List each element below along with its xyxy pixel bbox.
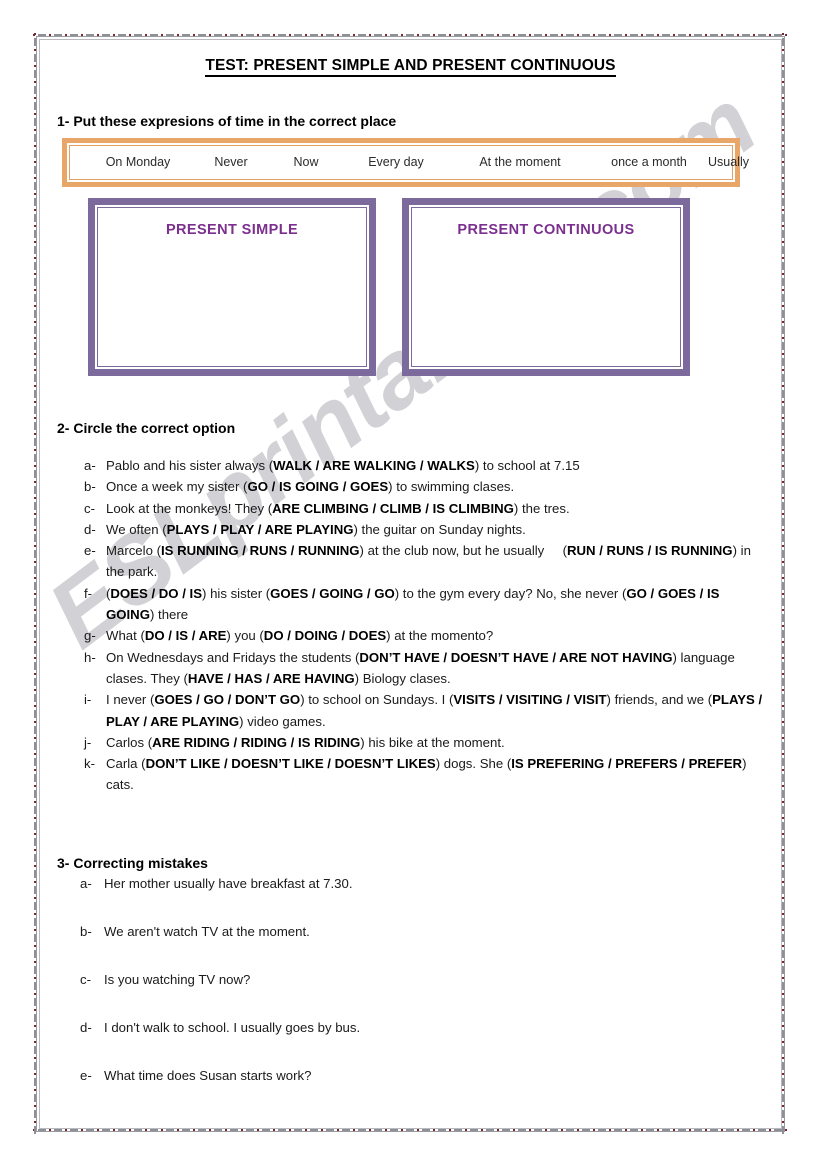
exercise-2-item-text[interactable]: On Wednesdays and Fridays the students (…	[106, 647, 764, 690]
exercise-2-item-label: k-	[84, 756, 95, 772]
exercise-2-item-label: a-	[84, 458, 96, 473]
exercise-3-item: e- What time does Susan starts work?	[80, 1068, 760, 1116]
exercise-2-item-text[interactable]: Carla (DON’T LIKE / DOESN’T LIKE / DOESN…	[106, 753, 764, 796]
worksheet-content: TEST: PRESENT SIMPLE AND PRESENT CONTINU…	[0, 0, 821, 1083]
time-expression-item[interactable]: At the moment	[450, 155, 590, 169]
exercise-3-item-text[interactable]: We aren't watch TV at the moment.	[104, 924, 760, 939]
exercise-2-item-label: j-	[84, 734, 92, 750]
exercise-3-item: b- We aren't watch TV at the moment.	[80, 924, 760, 972]
present-simple-answer-box[interactable]: PRESENT SIMPLE	[88, 198, 376, 376]
time-expression-item[interactable]: Now	[270, 155, 342, 169]
exercise-3-item-text[interactable]: I don't walk to school. I usually goes b…	[104, 1020, 760, 1035]
time-expression-item[interactable]: On Monday	[84, 155, 192, 169]
present-simple-box-inner: PRESENT SIMPLE	[97, 207, 367, 367]
exercise-2-item: h- On Wednesdays and Fridays the students…	[84, 647, 764, 690]
page-border-right	[781, 33, 788, 1135]
exercise-2-item-text[interactable]: Carlos (ARE RIDING / RIDING / IS RIDING)…	[106, 732, 764, 753]
exercise-2-item: d- We often (PLAYS / PLAY / ARE PLAYING) …	[84, 519, 764, 540]
exercise-2-item-label: h-	[84, 649, 96, 665]
exercise-3-heading: 3- Correcting mistakes	[57, 855, 208, 871]
present-continuous-answer-box[interactable]: PRESENT CONTINUOUS	[402, 198, 690, 376]
exercise-2-item-text[interactable]: Once a week my sister (GO / IS GOING / G…	[106, 476, 764, 497]
exercise-2-item: g- What (DO / IS / ARE) you (DO / DOING /…	[84, 625, 764, 646]
page-title: TEST: PRESENT SIMPLE AND PRESENT CONTINU…	[0, 57, 821, 77]
exercise-2-item: i- I never (GOES / GO / DON’T GO) to scho…	[84, 689, 764, 732]
time-expression-item[interactable]: Usually	[708, 155, 749, 169]
exercise-3-item-text[interactable]: Her mother usually have breakfast at 7.3…	[104, 876, 760, 891]
time-expression-item[interactable]: Every day	[342, 155, 450, 169]
exercise-2-item-text[interactable]: Marcelo (IS RUNNING / RUNS / RUNNING) at…	[106, 540, 764, 583]
exercise-3-item-label: c-	[80, 972, 91, 987]
exercise-2-item-label: e-	[84, 543, 96, 559]
exercise-3-item: c- Is you watching TV now?	[80, 972, 760, 1020]
exercise-3-item: a- Her mother usually have breakfast at 7…	[80, 876, 760, 924]
exercise-2-item-text[interactable]: What (DO / IS / ARE) you (DO / DOING / D…	[106, 625, 764, 646]
exercise-2-item-text[interactable]: (DOES / DO / IS) his sister (GOES / GOIN…	[106, 583, 764, 626]
exercise-2-heading: 2- Circle the correct option	[57, 420, 236, 436]
exercise-2-item: a- Pablo and his sister always (WALK / AR…	[84, 455, 764, 476]
exercise-3-item: d- I don't walk to school. I usually goes…	[80, 1020, 760, 1068]
exercise-2-item-text[interactable]: Look at the monkeys! They (ARE CLIMBING …	[106, 498, 764, 519]
exercise-3-item-text[interactable]: Is you watching TV now?	[104, 972, 760, 987]
present-continuous-box-title: PRESENT CONTINUOUS	[457, 222, 635, 238]
present-continuous-box-inner: PRESENT CONTINUOUS	[411, 207, 681, 367]
time-expressions-row: On Monday Never Now Every day At the mom…	[69, 145, 749, 180]
exercise-3-item-label: a-	[80, 876, 92, 891]
page-title-text: TEST: PRESENT SIMPLE AND PRESENT CONTINU…	[205, 57, 616, 77]
exercise-2-item-text[interactable]: I never (GOES / GO / DON’T GO) to school…	[106, 689, 764, 732]
present-simple-box-title: PRESENT SIMPLE	[165, 222, 299, 238]
time-expression-item[interactable]: Never	[192, 155, 270, 169]
exercise-2-item: k- Carla (DON’T LIKE / DOESN’T LIKE / DOE…	[84, 753, 764, 796]
exercise-3-item-text[interactable]: What time does Susan starts work?	[104, 1068, 760, 1083]
exercise-2-item-text[interactable]: Pablo and his sister always (WALK / ARE …	[106, 455, 764, 476]
exercise-2-item: j- Carlos (ARE RIDING / RIDING / IS RIDIN…	[84, 732, 764, 753]
exercise-3-item-label: d-	[80, 1020, 92, 1035]
exercise-2-list: a- Pablo and his sister always (WALK / AR…	[84, 455, 764, 796]
exercise-2-item-label: g-	[84, 628, 96, 644]
time-expression-item[interactable]: once a month	[590, 155, 708, 169]
exercise-2-item: f- (DOES / DO / IS) his sister (GOES / GO…	[84, 583, 764, 626]
exercise-2-item-label: c-	[84, 500, 95, 516]
exercise-2-item-text[interactable]: We often (PLAYS / PLAY / ARE PLAYING) th…	[106, 519, 764, 540]
exercise-2-item-label: f-	[84, 585, 93, 601]
page-border-bottom	[33, 1128, 788, 1135]
page-border-left	[33, 33, 40, 1135]
exercise-3-item-label: e-	[80, 1068, 92, 1083]
exercise-2-item: e- Marcelo (IS RUNNING / RUNS / RUNNING) …	[84, 540, 764, 583]
exercise-2-item-label: d-	[84, 521, 96, 537]
exercise-2-item-label: i-	[84, 692, 92, 708]
exercise-3-list: a- Her mother usually have breakfast at 7…	[80, 876, 760, 1116]
exercise-2-item-label: b-	[84, 479, 96, 495]
time-expressions-box: On Monday Never Now Every day At the mom…	[62, 138, 749, 187]
exercise-1-heading: 1- Put these expresions of time in the c…	[57, 113, 397, 129]
exercise-3-item-label: b-	[80, 924, 92, 939]
exercise-2-item: c- Look at the monkeys! They (ARE CLIMBIN…	[84, 498, 764, 519]
exercise-2-item: b- Once a week my sister (GO / IS GOING /…	[84, 476, 764, 497]
